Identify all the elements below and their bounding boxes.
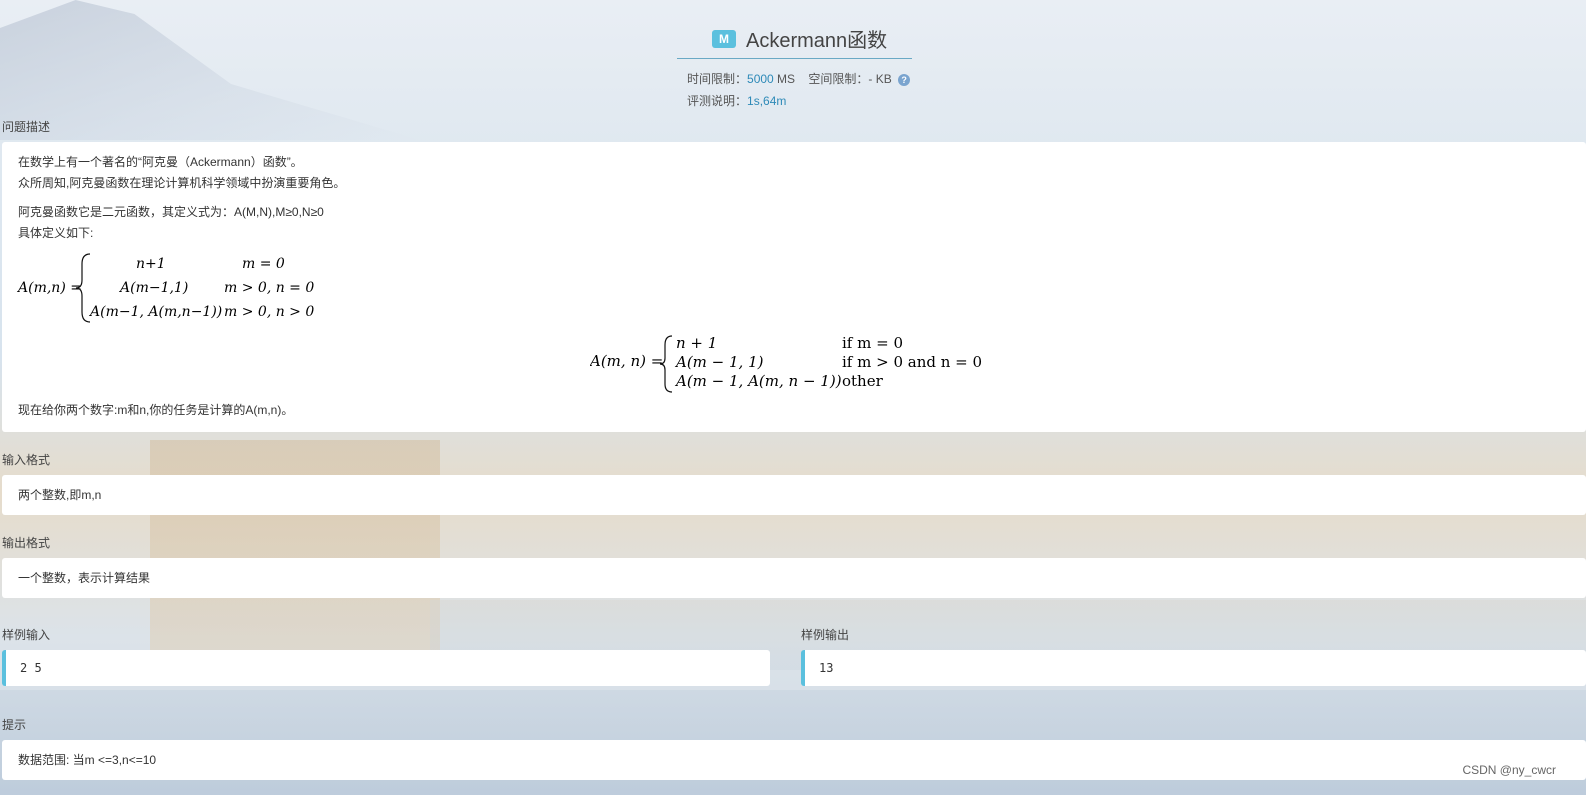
formula-image-case2-cond: m > 0, n = 0 xyxy=(224,280,314,296)
description-line-5: 现在给你两个数字:m和n,你的任务是计算的A(m,n)。 xyxy=(18,403,294,417)
time-limit-value: 5000 xyxy=(747,72,774,86)
sample-output-box[interactable]: 13 xyxy=(801,650,1586,686)
time-limit-unit: MS xyxy=(773,72,796,86)
formula-math: A(m, n) = n + 1 if m = 0 A(m − 1, 1) if … xyxy=(590,334,982,393)
space-limit-unit: KB xyxy=(872,72,892,86)
formula-image-brace xyxy=(75,253,91,323)
output-format-text: 一个整数，表示计算结果 xyxy=(18,571,151,585)
formula-math-case2-cond: if m > 0 and n = 0 xyxy=(842,353,982,371)
formula-image-case1-value: n+1 xyxy=(136,256,166,272)
output-format-label: 输出格式 xyxy=(2,536,51,550)
formula-math-case1-value: n + 1 xyxy=(676,334,717,352)
description-line-3: 阿克曼函数它是二元函数，其定义式为：A(M,N),M≥0,N≥0 xyxy=(18,205,324,219)
input-format-text: 两个整数,即m,n xyxy=(18,488,102,502)
formula-image-case3-cond: m > 0, n > 0 xyxy=(224,304,314,320)
formula-math-brace xyxy=(659,335,673,393)
problem-title: Ackermann函数 xyxy=(746,30,888,52)
formula-math-case1-cond: if m = 0 xyxy=(842,334,903,352)
input-format-panel: 两个整数,即m,n xyxy=(2,475,1586,515)
difficulty-badge: M xyxy=(712,29,736,48)
hint-panel: 数据范围: 当m <=3,n<=10 xyxy=(2,740,1586,780)
watermark: CSDN @ny_cwcr xyxy=(1462,763,1556,777)
title-row: M Ackermann函数 xyxy=(712,24,887,53)
judge-value: 1s,64m xyxy=(747,94,787,108)
judge-label: 评测说明： xyxy=(687,94,748,108)
space-limit-label: 空间限制： xyxy=(808,72,869,86)
hint-label: 提示 xyxy=(2,718,27,732)
sample-output-text: 13 xyxy=(819,661,834,675)
help-icon[interactable]: ? xyxy=(898,73,911,86)
description-line-1: 在数学上有一个著名的“阿克曼（Ackermann）函数”。 xyxy=(18,155,303,169)
limits-line: 时间限制：5000 MS 空间限制：- KB ? xyxy=(687,70,911,87)
output-format-panel: 一个整数，表示计算结果 xyxy=(2,558,1586,598)
formula-image-lhs: A(m,n) = xyxy=(16,280,82,296)
sample-input-box[interactable]: 2 5 xyxy=(2,650,770,686)
judge-line: 评测说明：1s,64m xyxy=(687,92,786,109)
description-line-2: 众所周知,阿克曼函数在理论计算机科学领域中扮演重要角色。 xyxy=(18,176,346,190)
formula-math-lhs: A(m, n) = xyxy=(590,352,663,370)
input-format-label: 输入格式 xyxy=(2,453,51,467)
description-line-4: 具体定义如下: xyxy=(18,226,94,240)
description-panel: 在数学上有一个著名的“阿克曼（Ackermann）函数”。 众所周知,阿克曼函数… xyxy=(2,142,1586,432)
formula-image-case3-value: A(m−1, A(m,n−1)) xyxy=(88,304,222,320)
sample-input-label: 样例输入 xyxy=(2,628,51,642)
mountain-shape xyxy=(0,0,420,140)
formula-math-case3-cond: other xyxy=(842,372,884,390)
time-limit-label: 时间限制： xyxy=(687,72,748,86)
formula-image-case1-cond: m = 0 xyxy=(242,256,285,272)
sample-input-text: 2 5 xyxy=(20,661,42,675)
formula-image-case2-value: A(m−1,1) xyxy=(118,280,188,296)
description-label: 问题描述 xyxy=(2,120,51,134)
formula-math-case3-value: A(m − 1, A(m, n − 1)) xyxy=(674,372,842,390)
formula-image: A(m,n) = n+1 m = 0 A(m−1,1) m > 0, n = 0… xyxy=(16,253,314,323)
sample-output-label: 样例输出 xyxy=(801,628,850,642)
formula-math-case2-value: A(m − 1, 1) xyxy=(674,353,764,371)
title-divider xyxy=(677,58,912,59)
hint-text: 数据范围: 当m <=3,n<=10 xyxy=(18,753,157,767)
